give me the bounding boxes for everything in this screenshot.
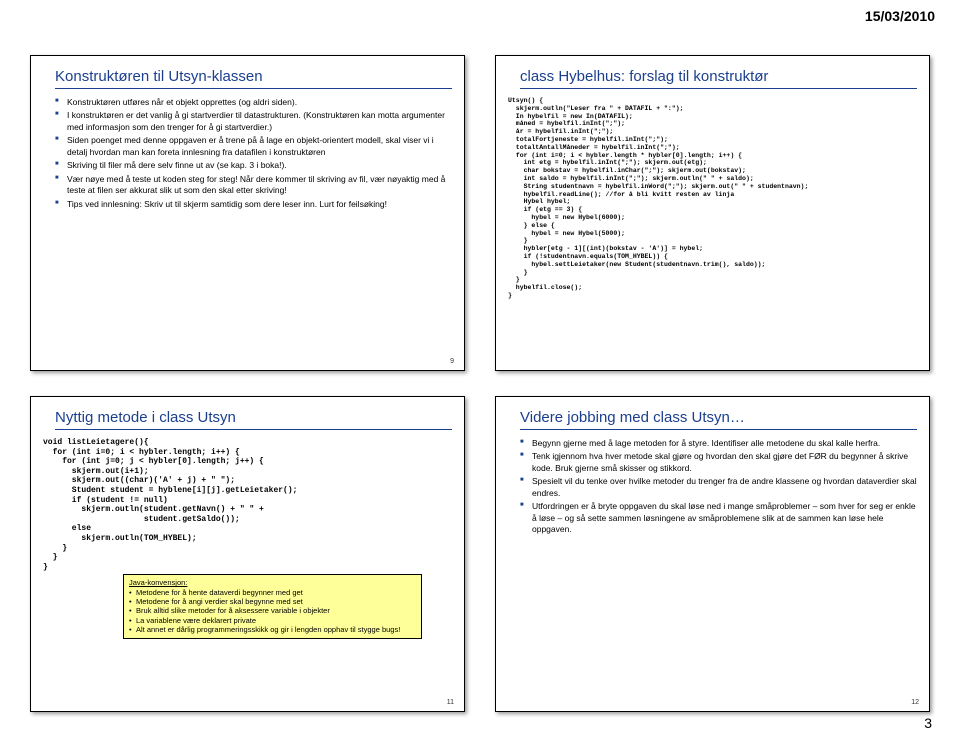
slide-title: Nyttig metode i class Utsyn xyxy=(55,409,452,430)
list-item: I konstruktøren er det vanlig å gi start… xyxy=(55,110,452,133)
list-item: Skriving til filer må dere selv finne ut… xyxy=(55,160,452,171)
slide-bottom-left: Nyttig metode i class Utsyn void listLei… xyxy=(30,396,465,712)
note-list: Metodene for å hente dataverdi begynner … xyxy=(129,588,416,635)
code-block: Utsyn() { skjerm.outln("Leser fra " + DA… xyxy=(508,97,917,300)
note-item: La variablene være deklarert private xyxy=(129,616,416,625)
list-item: Vær nøye med å teste ut koden steg for s… xyxy=(55,174,452,197)
slide-bottom-right: Videre jobbing med class Utsyn… Begynn g… xyxy=(495,396,930,712)
slide-number: 9 xyxy=(450,358,454,365)
list-item: Konstruktøren utføres når et objekt oppr… xyxy=(55,97,452,108)
page-date: 15/03/2010 xyxy=(865,8,935,24)
page-number: 3 xyxy=(924,715,932,731)
note-item: Metodene for å angi verdier skal begynne… xyxy=(129,597,416,606)
slide-title: Videre jobbing med class Utsyn… xyxy=(520,409,917,430)
slide-number: 11 xyxy=(447,699,454,706)
note-item: Metodene for å hente dataverdi begynner … xyxy=(129,588,416,597)
java-convention-note: Java-konvensjon: Metodene for å hente da… xyxy=(123,574,422,638)
bullet-list: Konstruktøren utføres når et objekt oppr… xyxy=(55,97,452,210)
list-item: Utfordringen er å bryte oppgaven du skal… xyxy=(520,501,917,535)
bullet-list: Begynn gjerne med å lage metoden for å s… xyxy=(520,438,917,536)
note-title: Java-konvensjon: xyxy=(129,578,187,587)
slide-top-right: class Hybelhus: forslag til konstruktør … xyxy=(495,55,930,371)
list-item: Tenk igjennom hva hver metode skal gjøre… xyxy=(520,451,917,474)
note-item: Bruk alltid slike metoder for å aksesser… xyxy=(129,606,416,615)
list-item: Begynn gjerne med å lage metoden for å s… xyxy=(520,438,917,449)
slide-number: 12 xyxy=(911,699,919,706)
note-item: Alt annet er dårlig programmeringsskikk … xyxy=(129,625,416,634)
slide-top-left: Konstruktøren til Utsyn-klassen Konstruk… xyxy=(30,55,465,371)
code-block: void listLeietagere(){ for (int i=0; i <… xyxy=(43,438,452,572)
slide-title: Konstruktøren til Utsyn-klassen xyxy=(55,68,452,89)
slide-grid: Konstruktøren til Utsyn-klassen Konstruk… xyxy=(30,55,930,712)
list-item: Tips ved innlesning: Skriv ut til skjerm… xyxy=(55,199,452,210)
list-item: Spesielt vil du tenke over hvilke metode… xyxy=(520,476,917,499)
list-item: Siden poenget med denne oppgaven er å tr… xyxy=(55,135,452,158)
slide-title: class Hybelhus: forslag til konstruktør xyxy=(520,68,917,89)
